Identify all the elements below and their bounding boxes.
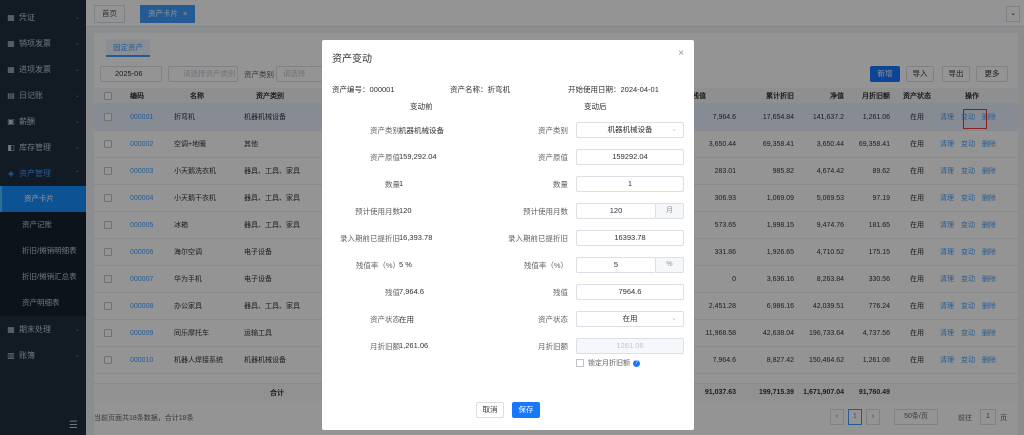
before-label: 数量 [385, 180, 400, 189]
unit-suffix: % [656, 257, 684, 273]
dialog-title: 资产变动 [332, 54, 372, 65]
app-root: ▦ 凭证 ⌄ ▦ 销项发票 ⌄ ▦ 进项发票 ⌄ ▤ 日记账 ⌄ ▣ 薪酬 ⌄ ◧ 库存管理 ⌄ ◈ 资产… [0, 0, 1024, 435]
before-value: 120 [399, 206, 412, 215]
after-label: 月折旧额 [538, 342, 568, 351]
after-label: 残值率（%） [523, 261, 568, 270]
after-label: 资产类别 [538, 126, 568, 135]
before-section-title: 变动前 [410, 102, 433, 111]
after-value: 7964.6 [618, 287, 642, 296]
after-value: 1261.06 [616, 341, 644, 350]
after-input[interactable]: 7964.6 [576, 284, 684, 300]
after-label: 数量 [553, 180, 568, 189]
after-input[interactable]: 159292.04 [576, 149, 684, 165]
after-value: 1 [627, 179, 633, 188]
after-input[interactable]: 5 [576, 257, 656, 273]
after-value: 159292.04 [612, 152, 648, 161]
form-row: 录入期前已提折旧 16,393.78 录入期前已提折旧 16393.78 [322, 230, 694, 246]
after-label: 预计使用月数 [523, 207, 568, 216]
form-row: 资产类别 机器机械设备 资产类别 机器机械设备 ⌄ [322, 122, 694, 138]
after-input[interactable]: 16393.78 [576, 230, 684, 246]
before-label: 残值率（%） [355, 261, 400, 270]
asset-name-info: 资产名称：折弯机 [450, 85, 510, 94]
after-value: 120 [609, 206, 623, 215]
after-input[interactable]: 1 [576, 176, 684, 192]
before-value: 机器机械设备 [399, 126, 444, 135]
before-value: 在用 [399, 315, 414, 324]
before-label: 预计使用月数 [355, 207, 400, 216]
before-value: 7,964.6 [399, 287, 425, 296]
before-label: 残值 [385, 288, 400, 297]
form-row: 资产原值 159,292.04 资产原值 159292.04 [322, 149, 694, 165]
after-select[interactable]: 机器机械设备 ⌄ [576, 122, 684, 138]
before-value: 1,261.06 [399, 341, 429, 350]
before-label: 资产状态 [370, 315, 400, 324]
save-button[interactable]: 保存 [512, 402, 540, 418]
close-icon[interactable]: × [678, 48, 684, 59]
start-date-info: 开始使用日期：2024-04-01 [568, 85, 659, 94]
after-label: 资产原值 [538, 153, 568, 162]
before-label: 月折旧额 [370, 342, 400, 351]
form-row: 预计使用月数 120 预计使用月数 120 月 [322, 203, 694, 219]
after-input[interactable]: 1261.06 [576, 338, 684, 354]
after-value: 在用 [622, 314, 638, 323]
after-value: 16393.78 [614, 233, 646, 242]
asset-code-info: 资产编号：000001 [332, 85, 395, 94]
lock-label: 锁定月折旧额 [588, 360, 630, 367]
before-label: 资产原值 [370, 153, 400, 162]
asset-change-dialog: 资产变动 × 资产编号：000001 资产名称：折弯机 开始使用日期：2024-… [322, 40, 694, 430]
before-label: 资产类别 [370, 126, 400, 135]
chevron-down-icon: ⌄ [671, 126, 677, 133]
form-row: 资产状态 在用 资产状态 在用 ⌄ [322, 311, 694, 327]
before-value: 16,393.78 [399, 233, 433, 242]
lock-checkbox[interactable] [576, 359, 584, 367]
form-row: 数量 1 数量 1 [322, 176, 694, 192]
before-value: 159,292.04 [399, 152, 437, 161]
before-label: 录入期前已提折旧 [340, 234, 400, 243]
form-row: 残值 7,964.6 残值 7964.6 [322, 284, 694, 300]
chevron-down-icon: ⌄ [671, 315, 677, 322]
before-value: 1 [399, 179, 404, 188]
after-value: 5 [613, 260, 619, 269]
lock-monthly-depreciation[interactable]: 锁定月折旧额 ? [576, 358, 640, 368]
after-label: 资产状态 [538, 315, 568, 324]
form-row: 月折旧额 1,261.06 月折旧额 1261.06 [322, 338, 694, 354]
after-value: 机器机械设备 [607, 125, 653, 134]
before-value: 5 % [399, 260, 412, 269]
unit-suffix: 月 [656, 203, 684, 219]
form-row: 残值率（%） 5 % 残值率（%） 5% [322, 257, 694, 273]
after-section-title: 变动后 [584, 102, 607, 111]
after-label: 残值 [553, 288, 568, 297]
question-icon[interactable]: ? [633, 359, 640, 367]
cancel-button[interactable]: 取消 [476, 402, 504, 418]
after-input[interactable]: 120 [576, 203, 656, 219]
after-select[interactable]: 在用 ⌄ [576, 311, 684, 327]
after-label: 录入期前已提折旧 [508, 234, 568, 243]
